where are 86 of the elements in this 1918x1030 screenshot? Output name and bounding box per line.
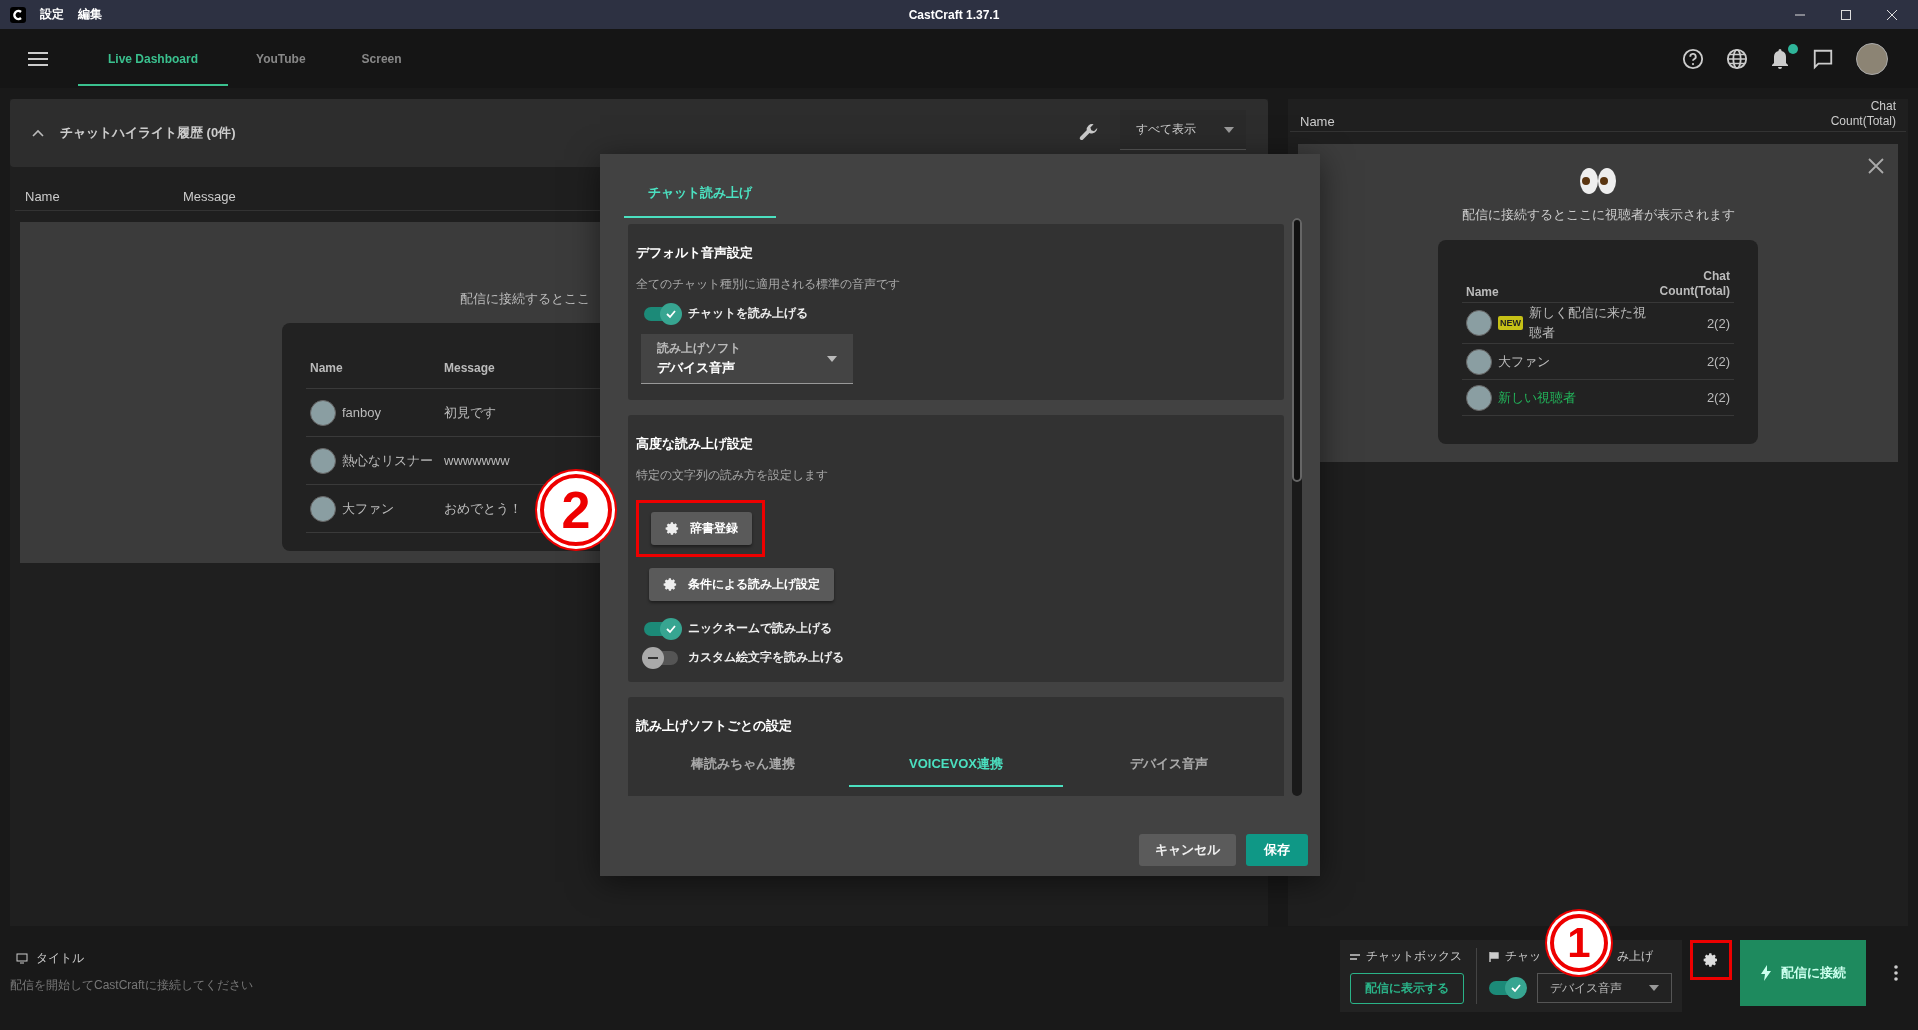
- empty-message: 配信に接続するとここに視聴者が表示されます: [1461, 206, 1735, 224]
- avatar: [1466, 348, 1492, 375]
- gear-icon: [1703, 952, 1719, 968]
- save-button[interactable]: 保存: [1246, 834, 1308, 866]
- maximize-icon[interactable]: [1840, 8, 1852, 21]
- column-header: Chat Count(Total): [1658, 269, 1730, 299]
- new-badge: NEW: [1498, 316, 1523, 330]
- cancel-button[interactable]: キャンセル: [1139, 834, 1236, 866]
- list-icon: [1350, 952, 1360, 961]
- software-tab[interactable]: デバイス音声: [1062, 747, 1276, 787]
- collapse-icon[interactable]: [32, 129, 44, 137]
- tts-label: チャッ: [1505, 948, 1541, 965]
- bell-icon[interactable]: [1770, 47, 1790, 70]
- viewer-name: 新しい視聴者: [1498, 388, 1577, 407]
- nav-tab[interactable]: Live Dashboard: [78, 33, 229, 86]
- flag-icon: [1489, 951, 1499, 962]
- help-icon[interactable]: [1682, 47, 1704, 70]
- minus-icon: [648, 656, 658, 659]
- eyes-icon: [1578, 166, 1618, 196]
- avatar: [310, 447, 336, 474]
- software-tab[interactable]: 棒読みちゃん連携: [636, 747, 850, 787]
- user-name: 熱心なリスナー: [342, 451, 433, 470]
- chat-message: wwwwwww: [444, 453, 510, 468]
- stream-title-label: タイトル: [36, 950, 84, 967]
- panel-title: チャットハイライト履歴 (0件): [60, 124, 236, 142]
- settings-button[interactable]: 条件による読み上げ設定: [649, 568, 834, 601]
- column-header: Chat Count(Total): [1829, 99, 1896, 129]
- chat-box-label: チャットボックス: [1366, 948, 1462, 965]
- nav-tab[interactable]: Screen: [333, 33, 430, 86]
- stream-title-hint[interactable]: 配信を開始してCastCraftに接続してください: [10, 977, 253, 994]
- avatar: [310, 495, 336, 522]
- voice-dropdown[interactable]: デバイス音声: [1537, 973, 1672, 1003]
- check-icon: [1510, 982, 1522, 994]
- chat-count: 2(2): [1706, 354, 1730, 369]
- avatar: [310, 399, 336, 426]
- column-header: Name: [25, 189, 61, 204]
- toggle-label: ニックネームで読み上げる: [688, 620, 832, 637]
- gear-icon: [665, 521, 680, 536]
- section-description: 全てのチャット種別に適用される標準の音声です: [636, 276, 900, 293]
- connect-button[interactable]: 配信に接続: [1740, 940, 1866, 1006]
- settings-button[interactable]: 辞書登録: [651, 512, 752, 545]
- chat-count: 2(2): [1706, 315, 1730, 331]
- toggle-label: カスタム絵文字を読み上げる: [688, 649, 844, 666]
- chat-count: 2(2): [1706, 390, 1730, 405]
- tts-label: み上げ: [1617, 948, 1653, 965]
- caret-icon: [1649, 985, 1659, 991]
- caret-icon: [1224, 126, 1234, 133]
- chat-message: おめでとう！: [444, 499, 522, 518]
- show-on-stream-button[interactable]: 配信に表示する: [1350, 973, 1464, 1004]
- profile-avatar[interactable]: [1856, 42, 1888, 75]
- globe-icon[interactable]: [1726, 47, 1748, 70]
- column-header: Name: [310, 361, 344, 375]
- menu-item[interactable]: 編集: [78, 6, 102, 23]
- avatar: [1466, 384, 1492, 411]
- gear-icon: [663, 577, 678, 592]
- scroll-bar[interactable]: [1292, 218, 1302, 796]
- nav-tab[interactable]: YouTube: [228, 33, 334, 86]
- more-icon[interactable]: [1894, 965, 1898, 981]
- menu-item[interactable]: 設定: [40, 6, 64, 23]
- close-icon[interactable]: [1868, 158, 1884, 174]
- voice-select[interactable]: 読み上げソフト デバイス音声: [641, 334, 853, 384]
- chat-message: 初見です: [444, 403, 496, 422]
- caret-icon: [827, 356, 837, 362]
- dialog-tab[interactable]: チャット読み上げ: [624, 172, 776, 218]
- viewer-name: 新しく配信に来た視聴者: [1529, 304, 1647, 342]
- viewer-name: 大ファン: [1498, 352, 1551, 371]
- user-name: fanboy: [342, 405, 382, 420]
- section-description: 特定の文字列の読み方を設定します: [636, 467, 828, 484]
- section-title: デフォルト音声設定: [636, 244, 753, 262]
- column-header: Name: [1466, 285, 1499, 299]
- user-name: 大ファン: [342, 499, 394, 518]
- column-header: Message: [444, 361, 495, 375]
- toggle-label: チャットを読み上げる: [688, 305, 808, 322]
- lightning-icon: [1760, 965, 1771, 981]
- chat-icon[interactable]: [1812, 47, 1834, 70]
- software-tab[interactable]: VOICEVOX連携: [849, 747, 1063, 787]
- section-title: 読み上げソフトごとの設定: [636, 717, 792, 735]
- menu-icon[interactable]: [28, 51, 48, 66]
- window-title: CastCraft 1.37.1: [908, 7, 1000, 22]
- column-header: Message: [183, 189, 236, 204]
- empty-message: 配信に接続するとここ: [460, 290, 590, 308]
- avatar: [1466, 310, 1492, 336]
- monitor-icon: [16, 953, 28, 964]
- section-title: 高度な読み上げ設定: [636, 435, 753, 453]
- app-logo-icon: [10, 6, 26, 23]
- column-header: Name: [1300, 114, 1335, 129]
